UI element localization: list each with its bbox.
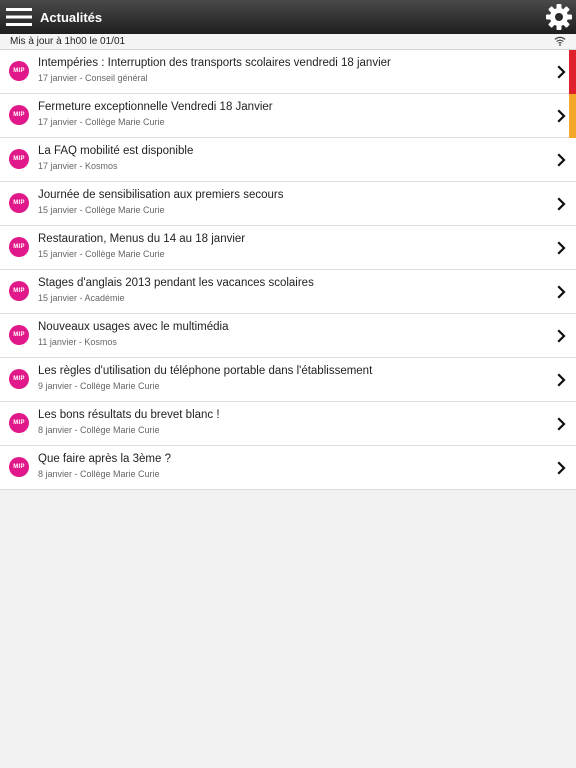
last-updated-text: Mis à jour à 1h00 le 01/01 — [10, 36, 126, 47]
news-meta: 17 janvier - Collège Marie Curie — [38, 117, 165, 127]
news-meta: 8 janvier - Collège Marie Curie — [38, 425, 160, 435]
news-title: Les bons résultats du brevet blanc ! — [38, 409, 220, 421]
chevron-right-icon — [557, 373, 566, 387]
menu-button[interactable] — [2, 0, 36, 34]
news-meta: 17 janvier - Conseil général — [38, 73, 148, 83]
gear-icon — [546, 4, 572, 30]
news-title: La FAQ mobilité est disponible — [38, 145, 194, 157]
status-bar: Mis à jour à 1h00 le 01/01 — [0, 34, 576, 50]
news-meta: 11 janvier - Kosmos — [38, 337, 117, 347]
news-item[interactable]: MIP Stages d'anglais 2013 pendant les va… — [0, 270, 576, 314]
news-item[interactable]: MIP La FAQ mobilité est disponible 17 ja… — [0, 138, 576, 182]
source-logo-icon: MIP — [9, 413, 29, 433]
priority-indicator — [569, 94, 576, 138]
settings-button[interactable] — [542, 0, 576, 34]
news-title: Journée de sensibilisation aux premiers … — [38, 189, 284, 201]
news-meta: 17 janvier - Kosmos — [38, 161, 118, 171]
news-item[interactable]: MIP Fermeture exceptionnelle Vendredi 18… — [0, 94, 576, 138]
source-logo-icon: MIP — [9, 105, 29, 125]
chevron-right-icon — [557, 197, 566, 211]
wifi-icon — [554, 36, 566, 46]
news-meta: 15 janvier - Académie — [38, 293, 125, 303]
news-meta: 15 janvier - Collège Marie Curie — [38, 249, 165, 259]
news-item[interactable]: MIP Intempéries : Interruption des trans… — [0, 50, 576, 94]
chevron-right-icon — [557, 109, 566, 123]
news-list: MIP Intempéries : Interruption des trans… — [0, 50, 576, 490]
priority-indicator — [569, 50, 576, 94]
chevron-right-icon — [557, 417, 566, 431]
top-bar: Actualités — [0, 0, 576, 34]
chevron-right-icon — [557, 241, 566, 255]
news-item[interactable]: MIP Que faire après la 3ème ? 8 janvier … — [0, 446, 576, 490]
source-logo-icon: MIP — [9, 369, 29, 389]
source-logo-icon: MIP — [9, 281, 29, 301]
source-logo-icon: MIP — [9, 193, 29, 213]
news-item[interactable]: MIP Les règles d'utilisation du téléphon… — [0, 358, 576, 402]
source-logo-icon: MIP — [9, 149, 29, 169]
source-logo-icon: MIP — [9, 325, 29, 345]
news-title: Fermeture exceptionnelle Vendredi 18 Jan… — [38, 101, 273, 113]
page-title: Actualités — [40, 9, 103, 25]
source-logo-icon: MIP — [9, 61, 29, 81]
news-title: Que faire après la 3ème ? — [38, 453, 171, 465]
chevron-right-icon — [557, 285, 566, 299]
news-meta: 8 janvier - Collège Marie Curie — [38, 469, 160, 479]
news-meta: 9 janvier - Collège Marie Curie — [38, 381, 160, 391]
source-logo-icon: MIP — [9, 457, 29, 477]
news-item[interactable]: MIP Journée de sensibilisation aux premi… — [0, 182, 576, 226]
news-title: Nouveaux usages avec le multimédia — [38, 321, 229, 333]
chevron-right-icon — [557, 329, 566, 343]
chevron-right-icon — [557, 461, 566, 475]
news-title: Restauration, Menus du 14 au 18 janvier — [38, 233, 246, 245]
news-title: Stages d'anglais 2013 pendant les vacanc… — [38, 277, 314, 289]
news-title: Les règles d'utilisation du téléphone po… — [38, 365, 373, 377]
chevron-right-icon — [557, 65, 566, 79]
news-item[interactable]: MIP Nouveaux usages avec le multimédia 1… — [0, 314, 576, 358]
news-meta: 15 janvier - Collège Marie Curie — [38, 205, 165, 215]
source-logo-icon: MIP — [9, 237, 29, 257]
news-item[interactable]: MIP Restauration, Menus du 14 au 18 janv… — [0, 226, 576, 270]
news-title: Intempéries : Interruption des transport… — [38, 57, 391, 69]
hamburger-icon — [6, 8, 32, 26]
news-item[interactable]: MIP Les bons résultats du brevet blanc !… — [0, 402, 576, 446]
chevron-right-icon — [557, 153, 566, 167]
